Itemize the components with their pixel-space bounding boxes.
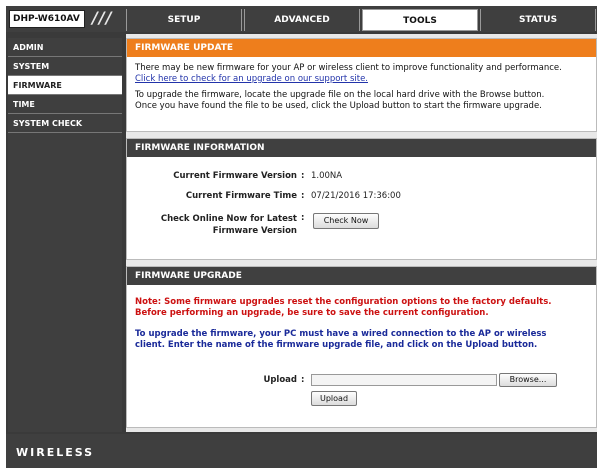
check-online-label-line-2: Firmware Version bbox=[212, 226, 297, 236]
firmware-update-section: FIRMWARE UPDATE There may be new firmwar… bbox=[126, 38, 597, 132]
firmware-file-input[interactable] bbox=[311, 374, 497, 386]
check-online-colon: : bbox=[301, 213, 305, 223]
firmware-upgrade-title: FIRMWARE UPGRADE bbox=[127, 267, 596, 285]
firmware-version-label: Current Firmware Version bbox=[173, 171, 297, 181]
tab-tools[interactable]: TOOLS bbox=[362, 9, 478, 31]
main-content: FIRMWARE UPDATE There may be new firmwar… bbox=[126, 34, 597, 432]
firmware-update-description: There may be new firmware for your AP or… bbox=[127, 57, 596, 112]
firmware-version-row: Current Firmware Version : 1.00NA bbox=[127, 171, 587, 183]
warning-line-1: Note: Some firmware upgrades reset the c… bbox=[135, 297, 552, 307]
firmware-update-title: FIRMWARE UPDATE bbox=[127, 39, 596, 57]
firmware-information-title: FIRMWARE INFORMATION bbox=[127, 139, 596, 157]
tab-setup[interactable]: SETUP bbox=[126, 9, 242, 31]
upload-row: Upload : bbox=[127, 375, 327, 387]
firmware-version-colon: : bbox=[301, 171, 305, 181]
instructions-line-2: client. Enter the name of the firmware u… bbox=[135, 340, 538, 350]
upload-colon: : bbox=[301, 375, 305, 385]
sidebar: ADMIN SYSTEM FIRMWARE TIME SYSTEM CHECK bbox=[8, 38, 122, 432]
tab-status[interactable]: STATUS bbox=[480, 9, 596, 31]
firmware-upgrade-warning: Note: Some firmware upgrades reset the c… bbox=[127, 297, 596, 319]
firmware-update-line-1: There may be new firmware for your AP or… bbox=[135, 63, 562, 73]
browse-button[interactable]: Browse... bbox=[499, 373, 557, 387]
upload-label: Upload bbox=[263, 375, 297, 385]
firmware-time-label: Current Firmware Time bbox=[185, 191, 297, 201]
sidebar-item-system[interactable]: SYSTEM bbox=[8, 57, 122, 76]
tab-advanced[interactable]: ADVANCED bbox=[244, 9, 360, 31]
sidebar-item-admin[interactable]: ADMIN bbox=[8, 38, 122, 57]
top-bar: DHP-W610AV /// SETUP ADVANCED TOOLS STAT… bbox=[6, 6, 597, 32]
firmware-upgrade-section: FIRMWARE UPGRADE Note: Some firmware upg… bbox=[126, 266, 597, 428]
firmware-update-line-3: Once you have found the file to be used,… bbox=[135, 101, 542, 111]
firmware-update-line-2: To upgrade the firmware, locate the upgr… bbox=[135, 90, 545, 100]
brand-slashes: /// bbox=[92, 8, 113, 27]
firmware-time-value: 07/21/2016 17:36:00 bbox=[311, 191, 401, 201]
check-now-button[interactable]: Check Now bbox=[313, 213, 379, 229]
sidebar-item-time[interactable]: TIME bbox=[8, 95, 122, 114]
check-online-label: Check Online Now for Latest Firmware Ver… bbox=[127, 213, 297, 237]
support-site-link[interactable]: Click here to check for an upgrade on ou… bbox=[135, 74, 588, 85]
upload-button[interactable]: Upload bbox=[311, 391, 357, 406]
firmware-time-colon: : bbox=[301, 191, 305, 201]
firmware-time-row: Current Firmware Time : 07/21/2016 17:36… bbox=[127, 191, 587, 203]
footer-bar: WIRELESS bbox=[6, 434, 597, 468]
firmware-version-value: 1.00NA bbox=[311, 171, 343, 181]
check-online-label-line-1: Check Online Now for Latest bbox=[160, 214, 297, 224]
warning-line-2: Before performing an upgrade, be sure to… bbox=[135, 308, 489, 318]
model-badge: DHP-W610AV bbox=[9, 10, 85, 28]
sidebar-item-system-check[interactable]: SYSTEM CHECK bbox=[8, 114, 122, 133]
firmware-upgrade-instructions: To upgrade the firmware, your PC must ha… bbox=[127, 329, 596, 351]
sidebar-item-firmware[interactable]: FIRMWARE bbox=[8, 76, 122, 95]
wireless-brand: WIRELESS bbox=[16, 446, 95, 459]
instructions-line-1: To upgrade the firmware, your PC must ha… bbox=[135, 329, 547, 339]
firmware-information-section: FIRMWARE INFORMATION Current Firmware Ve… bbox=[126, 138, 597, 260]
router-admin-frame: DHP-W610AV /// SETUP ADVANCED TOOLS STAT… bbox=[6, 6, 597, 468]
